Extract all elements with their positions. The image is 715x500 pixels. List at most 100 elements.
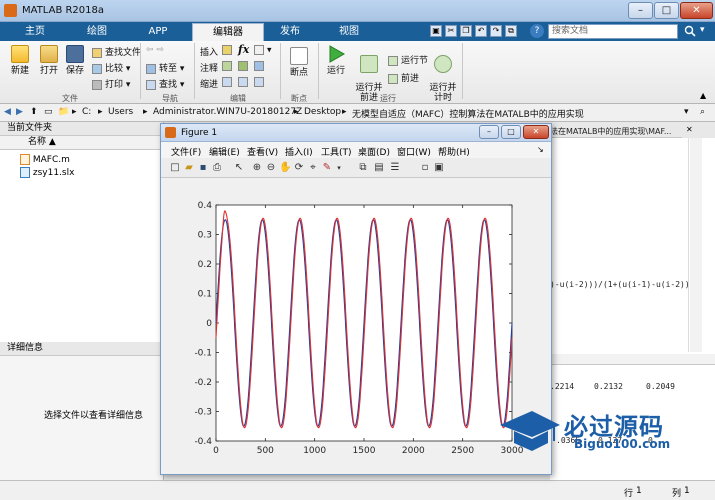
goto-button[interactable]: 转至 ▾ (146, 61, 184, 74)
menu-dock-icon[interactable]: ↘ (537, 145, 544, 154)
save-quick-icon[interactable]: ▣ (430, 25, 442, 37)
file-row-mafc[interactable]: MAFC.m (20, 154, 70, 165)
x-tick-label: 500 (257, 446, 274, 456)
comment-icon[interactable] (222, 61, 235, 72)
brush-dropdown-icon[interactable]: ▾ (333, 162, 345, 174)
breakpoint-icon (290, 47, 308, 65)
indent-button[interactable]: 缩进 (200, 77, 218, 90)
menu-insert[interactable]: 插入(I) (285, 145, 313, 158)
hide-plot-tools-icon[interactable]: ▫ (419, 162, 431, 174)
figure-minimize-button[interactable]: – (479, 125, 499, 139)
help-icon[interactable]: ? (530, 24, 544, 38)
line-chart[interactable]: 0 500 1000 1500 2000 2500 30000.40.30.20.10-0.… (162, 179, 550, 473)
menu-tools[interactable]: 工具(T) (321, 145, 352, 158)
tab-publish[interactable]: 发布 (264, 23, 316, 41)
redo-quick-icon[interactable]: ↷ (490, 25, 502, 37)
brush-icon[interactable]: ✎ (321, 162, 333, 174)
editor-scrollbar[interactable] (690, 138, 702, 352)
editor-close-icon[interactable]: ✕ (686, 125, 693, 134)
fx-button[interactable]: fx (238, 43, 249, 56)
figure-window[interactable]: Figure 1 – □ ✕ 文件(F) 编辑(E) 查看(V) 插入(I) 工… (160, 123, 552, 475)
insert-section-icon[interactable] (222, 45, 235, 56)
indent-icon[interactable] (238, 77, 251, 88)
graduation-cap-icon (500, 411, 560, 451)
editor-hscrollbar[interactable] (550, 354, 715, 364)
outdent-icon[interactable] (254, 77, 267, 88)
find-files-button[interactable]: 查找文件 (92, 45, 141, 58)
find-button[interactable]: 查找 ▾ (146, 77, 184, 90)
name-column-header[interactable]: 名称 ▲ (0, 136, 163, 150)
link-plot-icon[interactable]: ⧉ (357, 162, 369, 174)
tab-view[interactable]: 视图 (320, 23, 378, 41)
address-search-icon[interactable]: ⌕ (700, 107, 705, 117)
legend-icon[interactable]: ☰ (389, 162, 401, 174)
collapse-ribbon-icon[interactable]: ▲ (700, 91, 706, 100)
menu-help[interactable]: 帮助(H) (438, 145, 470, 158)
comment-button[interactable]: 注释 (200, 61, 218, 74)
search-magnifier-icon[interactable] (684, 25, 696, 37)
rotate-3d-icon[interactable]: ⟳ (293, 162, 305, 174)
save-button[interactable]: 保存 (62, 45, 88, 76)
new-figure-icon[interactable]: □ (169, 162, 181, 174)
figure-maximize-button[interactable]: □ (501, 125, 521, 139)
tab-editor[interactable]: 编辑器 (192, 23, 264, 41)
y-tick-label: 0.3 (198, 231, 212, 241)
browse-icon[interactable]: ▭ (44, 107, 53, 117)
open-file-icon[interactable]: ▰ (183, 162, 195, 174)
nav-back-forward-button[interactable]: ⇦ ⇨ (146, 45, 164, 55)
colorbar-icon[interactable]: ▤ (373, 162, 385, 174)
tab-plots[interactable]: 绘图 (66, 23, 128, 41)
tab-apps[interactable]: APP (130, 23, 186, 41)
print-figure-icon[interactable]: ⎙ (211, 162, 223, 174)
advance-button[interactable]: 前进 (388, 71, 419, 84)
breadcrumb-project-folder[interactable]: 无模型自适应（MAFC）控制算法在MATALB中的应用实现 (352, 107, 584, 120)
zoom-in-icon[interactable]: ⊕ (251, 162, 263, 174)
compare-button[interactable]: 比较 ▾ (92, 61, 130, 74)
breakpoints-button[interactable]: 断点 (284, 47, 314, 78)
expand-ribbon-icon[interactable]: ▾ (700, 25, 705, 35)
edit-plot-icon[interactable]: ↖ (233, 162, 245, 174)
insert-button[interactable]: 插入 (200, 45, 218, 58)
uncomment-icon[interactable] (238, 61, 251, 72)
tab-home[interactable]: 主页 (6, 23, 64, 41)
menu-file[interactable]: 文件(F) (171, 145, 201, 158)
zoom-out-icon[interactable]: ⊖ (265, 162, 277, 174)
separator (194, 43, 195, 99)
menu-window[interactable]: 窗口(W) (397, 145, 431, 158)
open-button[interactable]: 打开 (36, 45, 62, 76)
forward-icon[interactable]: ▶ (16, 107, 23, 117)
file-row-zsy11[interactable]: zsy11.slx (20, 167, 74, 178)
show-plot-tools-icon[interactable]: ▣ (433, 162, 445, 174)
breadcrumb-user[interactable]: Administrator.WIN7U-20180127Z (153, 107, 302, 117)
maximize-button[interactable]: □ (654, 2, 679, 19)
run-and-time-button[interactable]: 运行并 计时 (428, 45, 458, 103)
up-folder-icon[interactable]: ⬆ (30, 107, 38, 117)
cut-quick-icon[interactable]: ✂ (445, 25, 457, 37)
new-button[interactable]: 新建 (6, 45, 34, 76)
data-cursor-icon[interactable]: ⌖ (307, 162, 319, 174)
menu-edit[interactable]: 编辑(E) (209, 145, 240, 158)
back-icon[interactable]: ◀ (4, 107, 11, 117)
smart-indent-icon[interactable] (222, 77, 235, 88)
figure-close-button[interactable]: ✕ (523, 125, 549, 139)
close-button[interactable]: ✕ (680, 2, 713, 19)
address-bar[interactable]: ◀ ▶ ⬆ ▭ 📁 ▸ C: ▸ Users ▸ Administrator.W… (0, 104, 715, 122)
run-button[interactable]: 运行 (322, 45, 350, 76)
breadcrumb-desktop[interactable]: Desktop (304, 107, 341, 117)
run-section-button[interactable]: 运行节 (388, 53, 428, 66)
print-button[interactable]: 打印 ▾ (92, 77, 130, 90)
copy-quick-icon[interactable]: ❐ (460, 25, 472, 37)
save-figure-icon[interactable]: ▪ (197, 162, 209, 174)
search-docs-input[interactable]: 搜索文档 (548, 24, 678, 39)
menu-desktop[interactable]: 桌面(D) (358, 145, 390, 158)
breadcrumb-drive[interactable]: C: (82, 107, 91, 117)
insert-dropdown-icon[interactable]: ▾ (254, 45, 272, 56)
pan-icon[interactable]: ✋ (279, 162, 291, 174)
address-dropdown-icon[interactable]: ▾ (684, 107, 689, 117)
minimize-button[interactable]: – (628, 2, 653, 19)
wrap-comment-icon[interactable] (254, 61, 267, 72)
menu-view[interactable]: 查看(V) (247, 145, 278, 158)
breadcrumb-users[interactable]: Users (108, 107, 133, 117)
switch-window-icon[interactable]: ⧉ (505, 25, 517, 37)
undo-quick-icon[interactable]: ↶ (475, 25, 487, 37)
